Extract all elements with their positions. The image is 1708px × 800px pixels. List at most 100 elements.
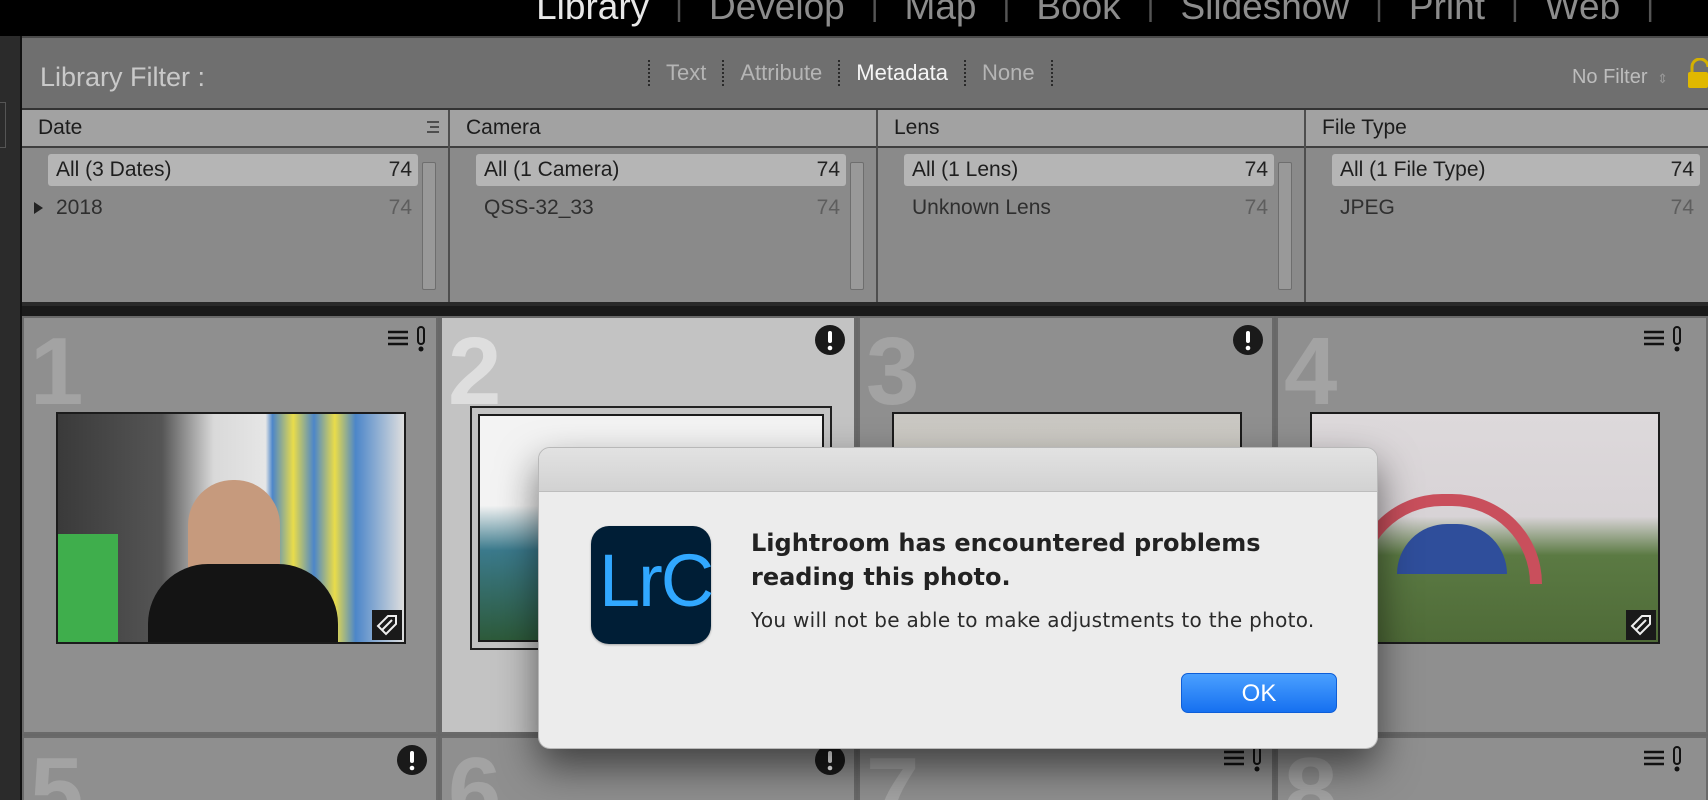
module-book[interactable]: Book [1036, 0, 1120, 28]
list-item-label: 2018 [56, 196, 103, 219]
column-menu-icon[interactable] [426, 120, 440, 134]
photo-thumbnail[interactable] [56, 412, 406, 644]
list-item[interactable]: 2018 74 [34, 192, 418, 224]
filter-tabs: Text Attribute Metadata None [632, 60, 1069, 86]
updown-chevron-icon: ⇕ [1657, 71, 1668, 86]
list-item[interactable]: All (3 Dates) 74 [48, 154, 418, 186]
ok-button[interactable]: OK [1181, 673, 1337, 713]
list-item[interactable]: All (1 Lens) 74 [904, 154, 1274, 186]
app-icon-text: LrC [599, 539, 714, 622]
list-item-count: 74 [388, 158, 412, 181]
list-item[interactable]: All (1 Camera) 74 [476, 154, 846, 186]
tab-metadata[interactable]: Metadata [856, 60, 948, 86]
list-item-label: QSS-32_33 [484, 196, 594, 219]
cell-index: 1 [30, 318, 84, 425]
column-header[interactable]: Camera [450, 110, 876, 148]
column-header[interactable]: Lens [878, 110, 1304, 148]
dialog-message: You will not be able to make adjustments… [751, 608, 1315, 632]
metadata-icon[interactable] [384, 326, 430, 352]
grid-cell[interactable]: 1 [22, 316, 438, 734]
column-date: Date All (3 Dates) 74 2018 74 [22, 110, 450, 302]
column-title: Date [38, 116, 83, 139]
list-item-count: 74 [1670, 196, 1694, 219]
list-item-label: Unknown Lens [912, 196, 1051, 219]
module-separator: | [1510, 0, 1519, 23]
list-item-count: 74 [388, 196, 412, 219]
scrollbar[interactable] [850, 162, 864, 290]
tab-divider [648, 60, 650, 86]
column-header[interactable]: Date [22, 110, 448, 148]
module-separator: | [1002, 0, 1011, 23]
left-panel-edge[interactable] [0, 36, 22, 800]
error-dialog: LrC Lightroom has encountered problems r… [538, 447, 1378, 749]
module-separator: | [870, 0, 879, 23]
photo-subject [58, 534, 118, 642]
library-filter-bar: Library Filter : Text Attribute Metadata… [22, 36, 1708, 110]
metadata-icon[interactable] [1220, 746, 1266, 772]
cell-index: 7 [866, 738, 920, 800]
module-separator: | [1375, 0, 1383, 23]
cell-index: 6 [448, 738, 502, 800]
list-item-label: All (1 File Type) [1340, 158, 1486, 181]
list-item-label: All (3 Dates) [56, 158, 172, 181]
cell-index: 5 [30, 738, 84, 800]
lightroom-classic-app-icon: LrC [591, 526, 714, 644]
tab-none[interactable]: None [982, 60, 1035, 86]
list-item-label: JPEG [1340, 196, 1395, 219]
lock-icon[interactable] [1686, 58, 1708, 88]
module-map[interactable]: Map [905, 0, 977, 28]
list-item[interactable]: All (1 File Type) 74 [1332, 154, 1700, 186]
column-title: Camera [466, 116, 541, 139]
filter-preset-select[interactable]: No Filter ⇕ [1572, 66, 1668, 89]
dialog-title: Lightroom has encountered problems readi… [751, 529, 1261, 591]
list-item[interactable]: Unknown Lens 74 [904, 192, 1274, 224]
list-item-count: 74 [1670, 158, 1694, 181]
list-item-count: 74 [816, 196, 840, 219]
edit-badge-icon [1626, 610, 1656, 640]
list-item-count: 74 [816, 158, 840, 181]
metadata-icon[interactable] [1640, 746, 1686, 772]
column-lens: Lens All (1 Lens) 74 Unknown Lens 74 [878, 110, 1306, 302]
metadata-icon[interactable] [1640, 326, 1686, 352]
list-item[interactable]: QSS-32_33 74 [476, 192, 846, 224]
module-library[interactable]: Library [536, 0, 649, 28]
cell-index: 3 [866, 318, 920, 425]
library-filter-title: Library Filter : [40, 62, 206, 92]
warning-icon[interactable] [396, 744, 428, 776]
column-title: Lens [894, 116, 940, 139]
module-picker: Library | Develop | Map | Book | Slidesh… [0, 0, 1708, 36]
warning-icon[interactable] [814, 324, 846, 356]
module-print[interactable]: Print [1409, 0, 1485, 28]
module-separator: | [1646, 0, 1654, 23]
disclosure-triangle-icon[interactable] [34, 202, 43, 214]
column-title: File Type [1322, 116, 1407, 139]
column-file-type: File Type All (1 File Type) 74 JPEG 74 [1306, 110, 1708, 302]
tab-text[interactable]: Text [666, 60, 706, 86]
metadata-browser: Date All (3 Dates) 74 2018 74 Camera All… [22, 110, 1708, 306]
warning-icon[interactable] [1232, 324, 1264, 356]
left-panel-toggle[interactable] [0, 102, 6, 148]
dialog-titlebar[interactable] [539, 448, 1377, 492]
list-item-label: All (1 Camera) [484, 158, 620, 181]
scrollbar[interactable] [422, 162, 436, 290]
cell-index: 4 [1284, 318, 1338, 425]
column-camera: Camera All (1 Camera) 74 QSS-32_33 74 [450, 110, 878, 302]
filter-preset-label: No Filter [1571, 66, 1648, 88]
list-item-count: 74 [1244, 196, 1268, 219]
module-develop[interactable]: Develop [709, 0, 845, 28]
scrollbar[interactable] [1278, 162, 1292, 290]
edit-badge-icon [372, 610, 402, 640]
tab-attribute[interactable]: Attribute [740, 60, 822, 86]
module-separator: | [675, 0, 683, 23]
module-slideshow[interactable]: Slideshow [1180, 0, 1349, 28]
list-item[interactable]: JPEG 74 [1332, 192, 1700, 224]
grid-cell[interactable]: 5 [22, 736, 438, 800]
module-list: Library | Develop | Map | Book | Slidesh… [536, 0, 1680, 28]
tab-divider [722, 60, 725, 86]
column-header[interactable]: File Type [1306, 110, 1708, 148]
module-separator: | [1146, 0, 1155, 23]
tab-divider [1050, 60, 1053, 86]
list-item-label: All (1 Lens) [912, 158, 1019, 181]
module-web[interactable]: Web [1545, 0, 1620, 28]
list-item-count: 74 [1244, 158, 1268, 181]
